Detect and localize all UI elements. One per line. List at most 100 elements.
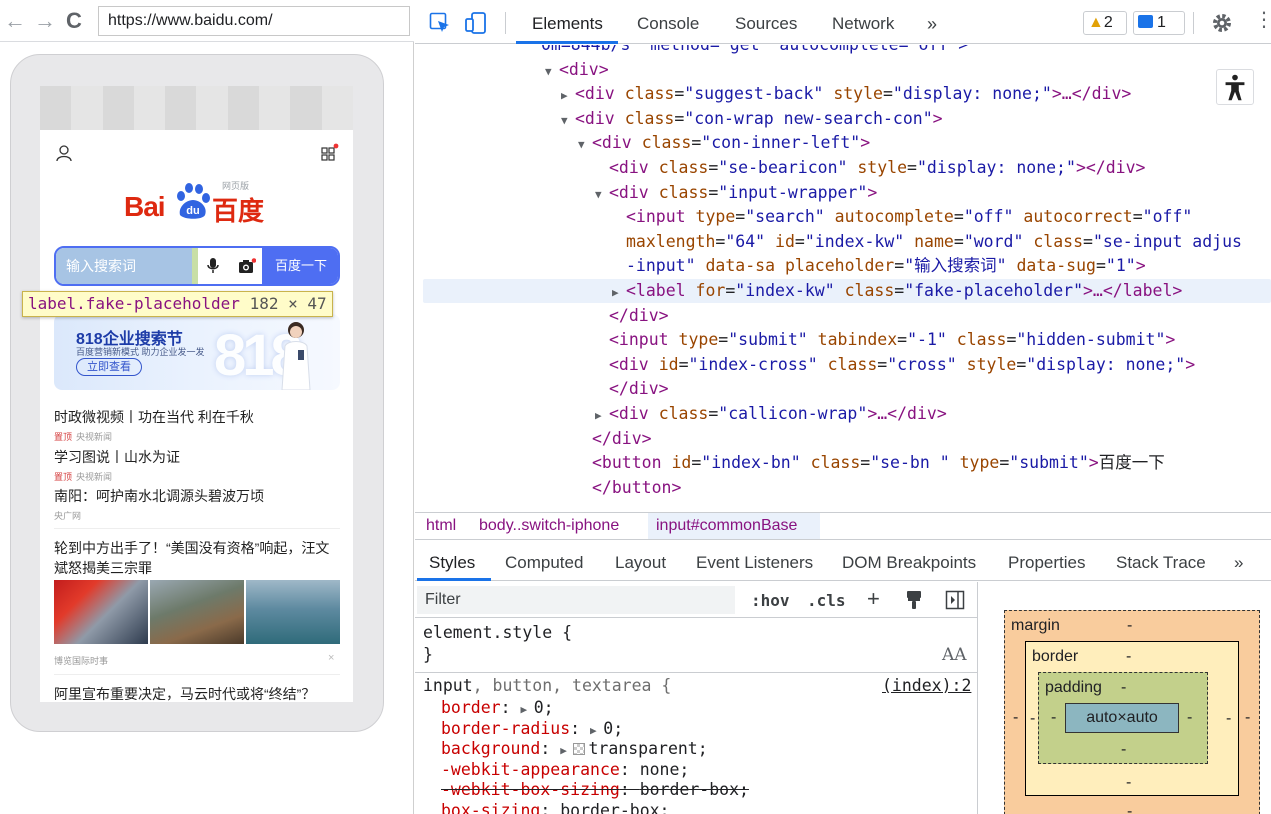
box-model-margin[interactable]: margin - - - - border - - - - padding - … <box>1004 610 1260 814</box>
css-property[interactable]: border-radius <box>441 719 570 738</box>
tab-stack-trace[interactable]: Stack Trace <box>1116 553 1206 573</box>
dom-node-line[interactable]: </div> <box>592 427 652 451</box>
css-declaration[interactable]: -webkit-appearance: none; <box>441 759 689 781</box>
css-property[interactable]: -webkit-appearance <box>441 760 620 779</box>
css-declaration[interactable]: -webkit-box-sizing: border-box; <box>441 779 749 801</box>
dom-node-line[interactable]: </button> <box>592 476 681 500</box>
news-image[interactable] <box>54 580 148 644</box>
back-button[interactable]: ← <box>4 8 26 34</box>
color-swatch-icon[interactable] <box>573 743 586 755</box>
css-value[interactable]: border-box; <box>640 780 749 799</box>
expand-toggle-icon[interactable]: ▶ <box>561 84 575 108</box>
expand-toggle-icon[interactable]: ▶ <box>595 404 609 428</box>
expand-caret-icon[interactable]: ▶ <box>560 744 573 757</box>
breadcrumb-html[interactable]: html <box>426 513 456 539</box>
css-property[interactable]: background <box>441 739 540 758</box>
css-value[interactable]: 0; <box>534 698 554 717</box>
hover-state-button[interactable]: :hov <box>751 591 790 610</box>
search-input[interactable] <box>56 248 192 284</box>
expand-toggle-icon[interactable]: ▼ <box>545 60 559 84</box>
microphone-icon[interactable] <box>206 258 220 274</box>
forward-button[interactable]: → <box>34 8 56 34</box>
breadcrumb-body[interactable]: body..switch-iphone <box>479 513 619 539</box>
css-value[interactable]: 0; <box>603 719 623 738</box>
news-image[interactable] <box>150 580 244 644</box>
css-property[interactable]: border <box>441 698 501 717</box>
warnings-badge[interactable]: ▲2 <box>1083 11 1127 35</box>
news-item[interactable]: 南阳：呵护南水北调源头碧波万顷 央广网 <box>54 487 340 522</box>
toggle-sidebar-icon[interactable] <box>945 590 965 610</box>
search-button[interactable]: 百度一下 <box>262 248 338 284</box>
more-tabs-button[interactable]: » <box>1234 553 1243 573</box>
dom-node-line[interactable]: <div id="index-cross" class="cross" styl… <box>609 353 1195 377</box>
tab-elements[interactable]: Elements <box>532 14 603 34</box>
tab-console[interactable]: Console <box>637 14 699 34</box>
dom-node-line[interactable]: <input type="search" autocomplete="off" … <box>626 205 1192 229</box>
css-value[interactable]: transparent; <box>588 739 707 758</box>
new-rule-button[interactable]: + <box>867 586 880 612</box>
dom-node-line[interactable]: ▶ <div class="callicon-wrap">…</div> <box>595 402 947 426</box>
css-declaration[interactable]: border: ▶ 0; <box>441 697 554 719</box>
css-declaration[interactable]: box-sizing: border-box; <box>441 800 670 814</box>
promo-banner[interactable]: 818 818企业搜索节 百度营销新模式 助力企业发一发 立即查看 <box>54 314 340 390</box>
more-tabs-button[interactable]: » <box>927 14 937 35</box>
breadcrumb-input[interactable]: input#commonBase <box>648 513 820 539</box>
rule-selector[interactable]: input, button, textarea { <box>423 675 671 697</box>
css-value[interactable]: border-box; <box>560 801 669 814</box>
dom-node-line[interactable]: -input" data-sa placeholder="输入搜索词" data… <box>626 254 1146 278</box>
dom-node-line[interactable]: ▼ <div class="con-wrap new-search-con"> <box>561 107 943 131</box>
dom-node-line[interactable]: </div> <box>609 304 669 328</box>
news-item[interactable]: 学习图说丨山水为证 置顶 央视新闻 <box>54 448 340 483</box>
dom-node-line[interactable]: <div class="se-bearicon" style="display:… <box>609 156 1145 180</box>
more-options-icon[interactable]: ⋮ <box>1254 10 1271 30</box>
css-property[interactable]: -webkit-box-sizing <box>441 780 620 799</box>
news-item-with-images[interactable]: 轮到中方出手了！“美国没有资格”响起，汪文斌怒揭美三宗罪 <box>54 538 340 578</box>
element-style-open[interactable]: element.style { <box>423 622 572 644</box>
dom-node-line[interactable]: ▶ <div class="suggest-back" style="displa… <box>561 82 1131 106</box>
expand-toggle-icon[interactable]: ▶ <box>612 281 626 305</box>
user-icon[interactable] <box>55 144 73 162</box>
close-icon[interactable]: × <box>328 652 334 664</box>
expand-caret-icon[interactable]: ▶ <box>520 703 533 716</box>
paint-brush-icon[interactable] <box>905 590 923 610</box>
device-toolbar-icon[interactable] <box>465 12 487 34</box>
css-property[interactable]: box-sizing <box>441 801 540 814</box>
apps-grid-icon[interactable] <box>321 143 339 161</box>
news-title[interactable]: 阿里宣布重要决定，马云时代或将“终结”？ <box>54 684 353 702</box>
filter-input[interactable] <box>417 586 735 614</box>
messages-badge[interactable]: 1 <box>1133 11 1185 35</box>
tab-sources[interactable]: Sources <box>735 14 797 34</box>
rule-source-link[interactable]: (index):2 <box>882 675 971 697</box>
tab-properties[interactable]: Properties <box>1008 553 1085 573</box>
gear-icon[interactable] <box>1211 12 1233 34</box>
css-declaration[interactable]: border-radius: ▶ 0; <box>441 718 623 740</box>
dom-node-line[interactable]: <input type="submit" tabindex="-1" class… <box>609 328 1175 352</box>
camera-icon[interactable] <box>238 258 256 274</box>
url-input[interactable]: https://www.baidu.com/ <box>98 6 410 36</box>
tab-styles[interactable]: Styles <box>429 553 475 573</box>
news-image[interactable] <box>246 580 340 644</box>
tab-computed[interactable]: Computed <box>505 553 583 573</box>
accessibility-icon[interactable] <box>1216 69 1254 105</box>
dom-node-line[interactable]: ▶ <label for="index-kw" class="fake-place… <box>612 279 1182 303</box>
tab-event-listeners[interactable]: Event Listeners <box>696 553 813 573</box>
dom-node-line[interactable]: <button id="index-bn" class="se-bn " typ… <box>592 451 1165 475</box>
tab-network[interactable]: Network <box>832 14 894 34</box>
font-editor-icon[interactable]: AA <box>942 645 967 665</box>
dom-node-line[interactable]: maxlength="64" id="index-kw" name="word"… <box>626 230 1242 254</box>
dom-node-line[interactable]: ▼ <div> <box>545 58 609 82</box>
class-toggle-button[interactable]: .cls <box>807 591 846 610</box>
news-item[interactable]: 时政微视频丨功在当代 利在千秋 置顶 央视新闻 <box>54 408 340 443</box>
tab-layout[interactable]: Layout <box>615 553 666 573</box>
dom-node-line[interactable]: </div> <box>609 377 669 401</box>
news-image-row[interactable] <box>54 580 340 644</box>
box-model-content[interactable]: auto×auto <box>1065 703 1179 733</box>
reload-button[interactable]: C <box>66 8 82 34</box>
tab-dom-breakpoints[interactable]: DOM Breakpoints <box>842 553 976 573</box>
expand-toggle-icon[interactable]: ▼ <box>561 109 575 133</box>
inspect-element-icon[interactable] <box>429 12 451 34</box>
banner-view-button[interactable]: 立即查看 <box>76 358 142 376</box>
dom-node-line[interactable]: ▼ <div class="con-inner-left"> <box>578 131 870 155</box>
css-declaration[interactable]: background: ▶ transparent; <box>441 738 708 760</box>
dom-node-line[interactable]: ▼ <div class="input-wrapper"> <box>595 181 877 205</box>
